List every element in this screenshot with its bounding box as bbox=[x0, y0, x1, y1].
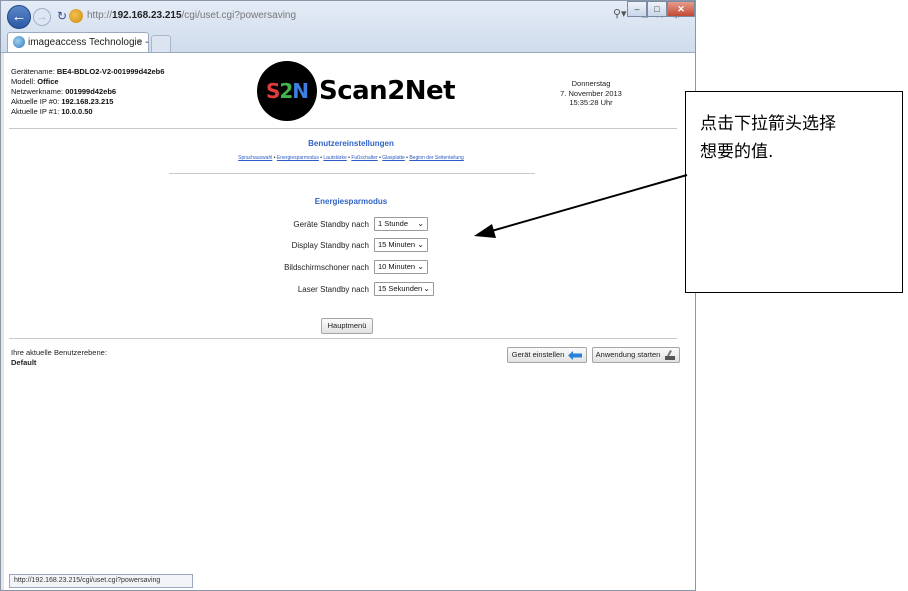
tab-favicon-icon bbox=[13, 36, 25, 48]
select-value: 1 Stunde bbox=[378, 219, 409, 228]
annotation-callout: 点击下拉箭头选择 想要的值. bbox=[685, 91, 903, 293]
select-value: 15 Sekunden bbox=[378, 284, 423, 293]
logo-text: Scan2Net bbox=[319, 76, 456, 106]
setting-label-display-standby: Display Standby nach bbox=[291, 241, 369, 250]
address-bar[interactable]: http://192.168.23.215/cgi/uset.cgi?power… bbox=[87, 6, 607, 26]
time: 15:35:28 Uhr bbox=[569, 98, 613, 107]
section-title: Energiesparmodus bbox=[314, 197, 388, 206]
logo-mark: S2N bbox=[265, 79, 309, 103]
start-application-button[interactable]: Anwendung starten bbox=[592, 347, 680, 363]
select-value: 10 Minuten bbox=[378, 262, 416, 271]
forward-arrow-icon[interactable]: → bbox=[33, 8, 51, 26]
ip0-row: Aktuelle IP #0: 192.168.23.215 bbox=[11, 97, 114, 106]
link-separator: • bbox=[348, 155, 350, 161]
setting-label-screensaver: Bildschirmschoner nach bbox=[284, 263, 369, 272]
user-level-label: Ihre aktuelle Benutzerebene: bbox=[11, 348, 107, 357]
weekday: Donnerstag bbox=[571, 79, 611, 88]
select-value: 15 Minuten bbox=[378, 240, 416, 249]
arrow-left-icon bbox=[568, 350, 583, 360]
header-divider bbox=[9, 128, 677, 129]
start-application-label: Anwendung starten bbox=[595, 350, 661, 359]
link-language[interactable]: Sprachauswahl bbox=[238, 155, 272, 161]
close-window-button[interactable]: ✕ bbox=[667, 1, 695, 17]
configure-device-button[interactable]: Gerät einstellen bbox=[507, 347, 587, 363]
link-separator: • bbox=[320, 155, 323, 161]
laser-standby-select[interactable]: 15 Sekunden ⌄ bbox=[374, 282, 434, 296]
page-title: Benutzereinstellungen bbox=[308, 139, 394, 148]
browser-chrome: ← → ↻ http://192.168.23.215/cgi/uset.cgi… bbox=[1, 1, 695, 53]
chevron-down-icon[interactable]: ⌄ bbox=[417, 218, 424, 230]
scanner-icon bbox=[665, 349, 676, 360]
link-page-split[interactable]: Beginn der Seitenteilung bbox=[409, 155, 464, 161]
browser-window: ← → ↻ http://192.168.23.215/cgi/uset.cgi… bbox=[0, 0, 696, 591]
back-arrow-icon[interactable]: ← bbox=[7, 5, 31, 29]
screensaver-select[interactable]: 10 Minuten ⌄ bbox=[374, 260, 428, 274]
page-left-scrollbar bbox=[1, 53, 4, 590]
chevron-down-icon[interactable]: ⌄ bbox=[417, 239, 424, 251]
link-volume[interactable]: Lautstärke bbox=[323, 155, 346, 161]
link-separator: • bbox=[273, 155, 276, 161]
device-name-row: Gerätename: BE4-BDLO2-V2-001999d42eb6 bbox=[11, 67, 165, 76]
configure-device-label: Gerät einstellen bbox=[511, 350, 565, 359]
scan2net-logo: S2N Scan2Net bbox=[257, 61, 457, 121]
link-glassplate[interactable]: Glasplatte bbox=[382, 155, 405, 161]
links-divider bbox=[169, 173, 535, 174]
setting-label-laser-standby: Laser Standby nach bbox=[297, 285, 369, 294]
maximize-button[interactable]: □ bbox=[647, 1, 667, 17]
chevron-down-icon[interactable]: ⌄ bbox=[417, 261, 424, 273]
annotation-line-1: 点击下拉箭头选择 bbox=[700, 114, 836, 134]
browser-tab[interactable]: imageaccess Technologie -... × bbox=[7, 32, 149, 52]
link-footswitch[interactable]: Fußschalter bbox=[351, 155, 377, 161]
settings-links: Sprachauswahl • Energiesparmodus • Lauts… bbox=[171, 155, 531, 161]
link-powersaving[interactable]: Energiesparmodus bbox=[277, 155, 319, 161]
display-standby-select[interactable]: 15 Minuten ⌄ bbox=[374, 238, 428, 252]
date-time: Donnerstag 7. November 2013 15:35:28 Uhr bbox=[541, 79, 641, 108]
setting-label-device-standby: Geräte Standby nach bbox=[293, 220, 369, 229]
status-bar: http://192.168.23.215/cgi/uset.cgi?power… bbox=[9, 574, 193, 588]
main-menu-button[interactable]: Hauptmenü bbox=[321, 318, 373, 334]
link-separator: • bbox=[379, 155, 381, 161]
search-dropdown-icon[interactable]: ⚲▾ bbox=[613, 7, 627, 20]
user-level: Ihre aktuelle Benutzerebene: Default bbox=[11, 348, 107, 367]
network-name-row: Netzwerkname: 001999d42eb6 bbox=[11, 87, 117, 96]
site-globe-icon bbox=[69, 9, 83, 23]
user-level-value: Default bbox=[11, 357, 37, 367]
link-separator: • bbox=[406, 155, 408, 161]
tab-close-icon[interactable]: × bbox=[136, 33, 142, 52]
annotation-line-2: 想要的值. bbox=[700, 142, 774, 162]
new-tab-button[interactable] bbox=[151, 35, 171, 52]
minimize-button[interactable]: – bbox=[627, 1, 647, 17]
reload-icon[interactable]: ↻ bbox=[57, 8, 67, 24]
date: 7. November 2013 bbox=[560, 88, 622, 98]
screenshot-root: { "browser": { "address_prefix": "http:/… bbox=[0, 0, 908, 591]
chevron-down-icon[interactable]: ⌄ bbox=[423, 283, 430, 295]
device-standby-select[interactable]: 1 Stunde ⌄ bbox=[374, 217, 428, 231]
tab-title: imageaccess Technologie -... bbox=[28, 37, 149, 48]
model-row: Modell: Office bbox=[11, 77, 59, 86]
ip1-row: Aktuelle IP #1: 10.0.0.50 bbox=[11, 107, 93, 116]
device-info: Gerätename: BE4-BDLO2-V2-001999d42eb6 Mo… bbox=[11, 67, 164, 117]
footer-divider bbox=[9, 338, 677, 339]
